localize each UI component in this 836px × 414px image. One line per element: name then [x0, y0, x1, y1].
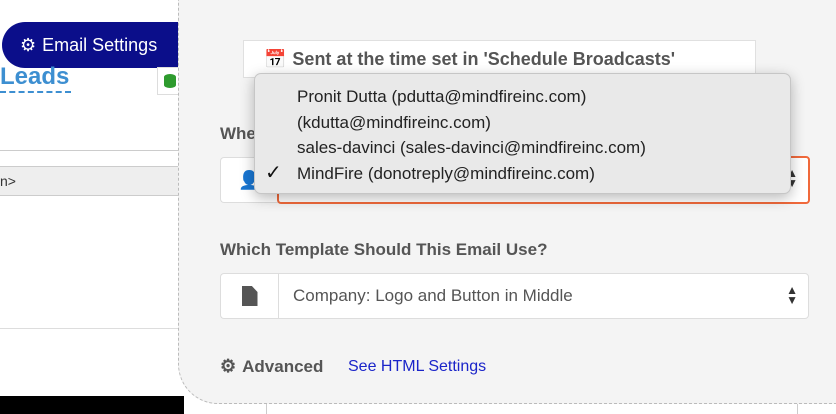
gears-icon: ⚙	[20, 34, 37, 55]
see-html-settings-link[interactable]: See HTML Settings	[348, 358, 486, 376]
from-dropdown-menu[interactable]: Pronit Dutta (pdutta@mindfireinc.com) (k…	[254, 73, 791, 194]
email-settings-tab[interactable]: ⚙ Email Settings	[2, 22, 180, 68]
schedule-text: Sent at the time set in 'Schedule Broadc…	[292, 48, 676, 69]
template-select[interactable]: Company: Logo and Button in Middle ▲ ▼	[278, 273, 809, 319]
file-icon	[220, 273, 278, 319]
advanced-label: Advanced	[242, 356, 324, 376]
dropdown-option[interactable]: sales-davinci (sales-davinci@mindfireinc…	[255, 135, 790, 161]
black-bar	[0, 396, 184, 414]
advanced-toggle[interactable]: ⚙ Advanced	[220, 356, 323, 377]
template-select-value: Company: Logo and Button in Middle	[293, 286, 573, 305]
dropdown-option-selected[interactable]: ✓ MindFire (donotreply@mindfireinc.com)	[255, 161, 790, 187]
dropdown-option[interactable]: Pronit Dutta (pdutta@mindfireinc.com)	[255, 84, 790, 110]
divider	[0, 150, 182, 151]
checkmark-icon: ✓	[265, 161, 282, 184]
email-settings-label: Email Settings	[42, 34, 158, 55]
from-label: Whe	[220, 124, 256, 143]
calendar-icon: 📅	[264, 48, 287, 69]
divider	[0, 328, 182, 329]
bottom-box	[266, 404, 798, 414]
leads-link[interactable]: Leads	[0, 63, 72, 93]
select-arrows-icon: ▲ ▼	[786, 283, 798, 307]
cog-icon: ⚙	[220, 356, 237, 376]
template-label: Which Template Should This Email Use?	[220, 240, 548, 259]
table-header-cell: n>	[0, 166, 182, 196]
dropdown-option[interactable]: (kdutta@mindfireinc.com)	[255, 110, 790, 136]
